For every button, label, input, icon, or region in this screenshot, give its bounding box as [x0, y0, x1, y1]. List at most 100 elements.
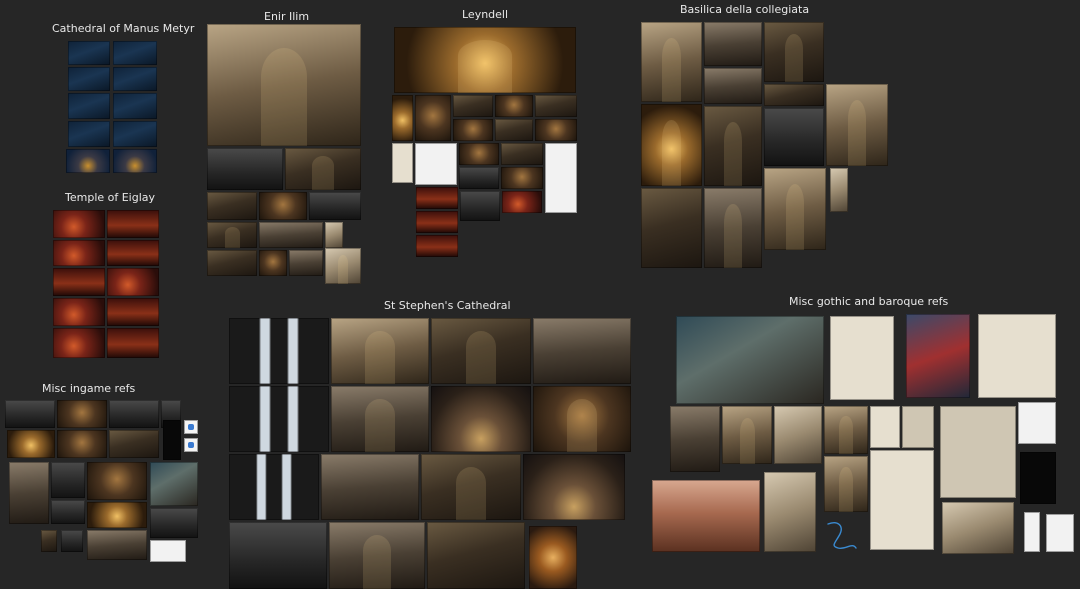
- image-thumbnail[interactable]: [535, 95, 577, 117]
- image-thumbnail[interactable]: [870, 406, 900, 448]
- image-thumbnail[interactable]: [113, 93, 157, 119]
- image-thumbnail[interactable]: [207, 250, 257, 276]
- image-thumbnail[interactable]: [764, 22, 824, 82]
- image-thumbnail[interactable]: [460, 191, 500, 221]
- image-thumbnail[interactable]: [7, 430, 55, 458]
- image-thumbnail[interactable]: [53, 328, 105, 358]
- image-thumbnail[interactable]: [53, 240, 105, 266]
- image-thumbnail[interactable]: [906, 314, 970, 398]
- image-thumbnail[interactable]: [109, 400, 159, 428]
- image-thumbnail[interactable]: [830, 168, 848, 212]
- image-thumbnail[interactable]: [1018, 402, 1056, 444]
- image-thumbnail[interactable]: [704, 106, 762, 186]
- image-thumbnail[interactable]: [41, 530, 57, 552]
- image-thumbnail[interactable]: [641, 22, 702, 102]
- image-thumbnail[interactable]: [421, 454, 521, 520]
- image-thumbnail[interactable]: [704, 22, 762, 66]
- image-thumbnail[interactable]: [535, 119, 577, 141]
- image-thumbnail[interactable]: [289, 250, 323, 276]
- image-thumbnail[interactable]: [764, 84, 824, 106]
- image-thumbnail[interactable]: [163, 420, 181, 460]
- image-thumbnail[interactable]: [870, 450, 934, 550]
- image-thumbnail[interactable]: [285, 148, 361, 190]
- image-thumbnail[interactable]: [453, 119, 493, 141]
- image-thumbnail[interactable]: [107, 328, 159, 358]
- image-thumbnail[interactable]: [416, 211, 458, 233]
- image-thumbnail[interactable]: [392, 143, 413, 183]
- image-thumbnail[interactable]: [87, 462, 147, 500]
- image-thumbnail[interactable]: [259, 192, 307, 220]
- image-thumbnail[interactable]: [68, 93, 110, 119]
- image-thumbnail[interactable]: [942, 502, 1014, 554]
- image-thumbnail[interactable]: [902, 406, 934, 448]
- image-thumbnail[interactable]: [533, 386, 631, 452]
- image-thumbnail[interactable]: [68, 67, 110, 91]
- image-thumbnail[interactable]: [68, 41, 110, 65]
- image-thumbnail[interactable]: [107, 268, 159, 296]
- image-thumbnail[interactable]: [427, 522, 525, 589]
- image-thumbnail[interactable]: [394, 27, 576, 93]
- image-thumbnail[interactable]: [9, 462, 49, 524]
- image-thumbnail[interactable]: [184, 420, 198, 434]
- image-thumbnail[interactable]: [704, 68, 762, 104]
- image-thumbnail[interactable]: [229, 522, 327, 589]
- image-thumbnail[interactable]: [1020, 452, 1056, 504]
- image-thumbnail[interactable]: [704, 188, 762, 268]
- image-thumbnail[interactable]: [207, 148, 283, 190]
- image-thumbnail[interactable]: [529, 526, 577, 589]
- image-thumbnail[interactable]: [501, 167, 543, 189]
- image-thumbnail[interactable]: [774, 406, 822, 464]
- image-thumbnail[interactable]: [325, 222, 343, 248]
- image-thumbnail[interactable]: [431, 318, 531, 384]
- image-thumbnail[interactable]: [87, 530, 147, 560]
- image-thumbnail[interactable]: [184, 438, 198, 452]
- image-thumbnail[interactable]: [207, 222, 257, 248]
- image-thumbnail[interactable]: [722, 406, 772, 464]
- image-thumbnail[interactable]: [392, 95, 413, 141]
- image-thumbnail[interactable]: [978, 314, 1056, 398]
- moodboard-canvas[interactable]: Cathedral of Manus Metyr Enir Ilim Leynd…: [0, 0, 1080, 589]
- image-thumbnail[interactable]: [107, 240, 159, 266]
- image-thumbnail[interactable]: [676, 316, 824, 404]
- image-thumbnail[interactable]: [940, 406, 1016, 498]
- image-thumbnail[interactable]: [113, 149, 157, 173]
- image-thumbnail[interactable]: [495, 119, 533, 141]
- image-thumbnail[interactable]: [764, 472, 816, 552]
- image-thumbnail[interactable]: [824, 456, 868, 512]
- image-thumbnail[interactable]: [502, 191, 542, 213]
- image-thumbnail[interactable]: [824, 406, 868, 454]
- image-thumbnail[interactable]: [523, 454, 625, 520]
- image-thumbnail[interactable]: [109, 430, 159, 458]
- image-thumbnail[interactable]: [5, 400, 55, 428]
- image-thumbnail[interactable]: [113, 67, 157, 91]
- image-thumbnail[interactable]: [329, 522, 425, 589]
- image-thumbnail[interactable]: [321, 454, 419, 520]
- image-thumbnail[interactable]: [1046, 514, 1074, 552]
- image-thumbnail[interactable]: [325, 248, 361, 284]
- image-thumbnail[interactable]: [331, 386, 429, 452]
- image-thumbnail[interactable]: [113, 41, 157, 65]
- image-thumbnail[interactable]: [652, 480, 760, 552]
- image-thumbnail[interactable]: [670, 406, 720, 472]
- image-thumbnail[interactable]: [150, 540, 186, 562]
- image-thumbnail[interactable]: [66, 149, 110, 173]
- image-thumbnail[interactable]: [764, 108, 824, 166]
- image-thumbnail[interactable]: [57, 400, 107, 428]
- image-thumbnail[interactable]: [259, 222, 323, 248]
- image-thumbnail[interactable]: [207, 24, 361, 146]
- image-thumbnail[interactable]: [495, 95, 533, 117]
- image-thumbnail[interactable]: [764, 168, 826, 250]
- image-thumbnail[interactable]: [53, 268, 105, 296]
- image-thumbnail[interactable]: [641, 188, 702, 268]
- image-thumbnail[interactable]: [229, 318, 329, 384]
- image-thumbnail[interactable]: [415, 143, 457, 185]
- image-thumbnail[interactable]: [431, 386, 531, 452]
- image-thumbnail[interactable]: [533, 318, 631, 384]
- image-thumbnail[interactable]: [107, 210, 159, 238]
- image-thumbnail[interactable]: [309, 192, 361, 220]
- image-thumbnail[interactable]: [87, 502, 147, 528]
- image-thumbnail[interactable]: [331, 318, 429, 384]
- image-thumbnail[interactable]: [57, 430, 107, 458]
- image-thumbnail[interactable]: [459, 143, 499, 165]
- image-thumbnail[interactable]: [826, 84, 888, 166]
